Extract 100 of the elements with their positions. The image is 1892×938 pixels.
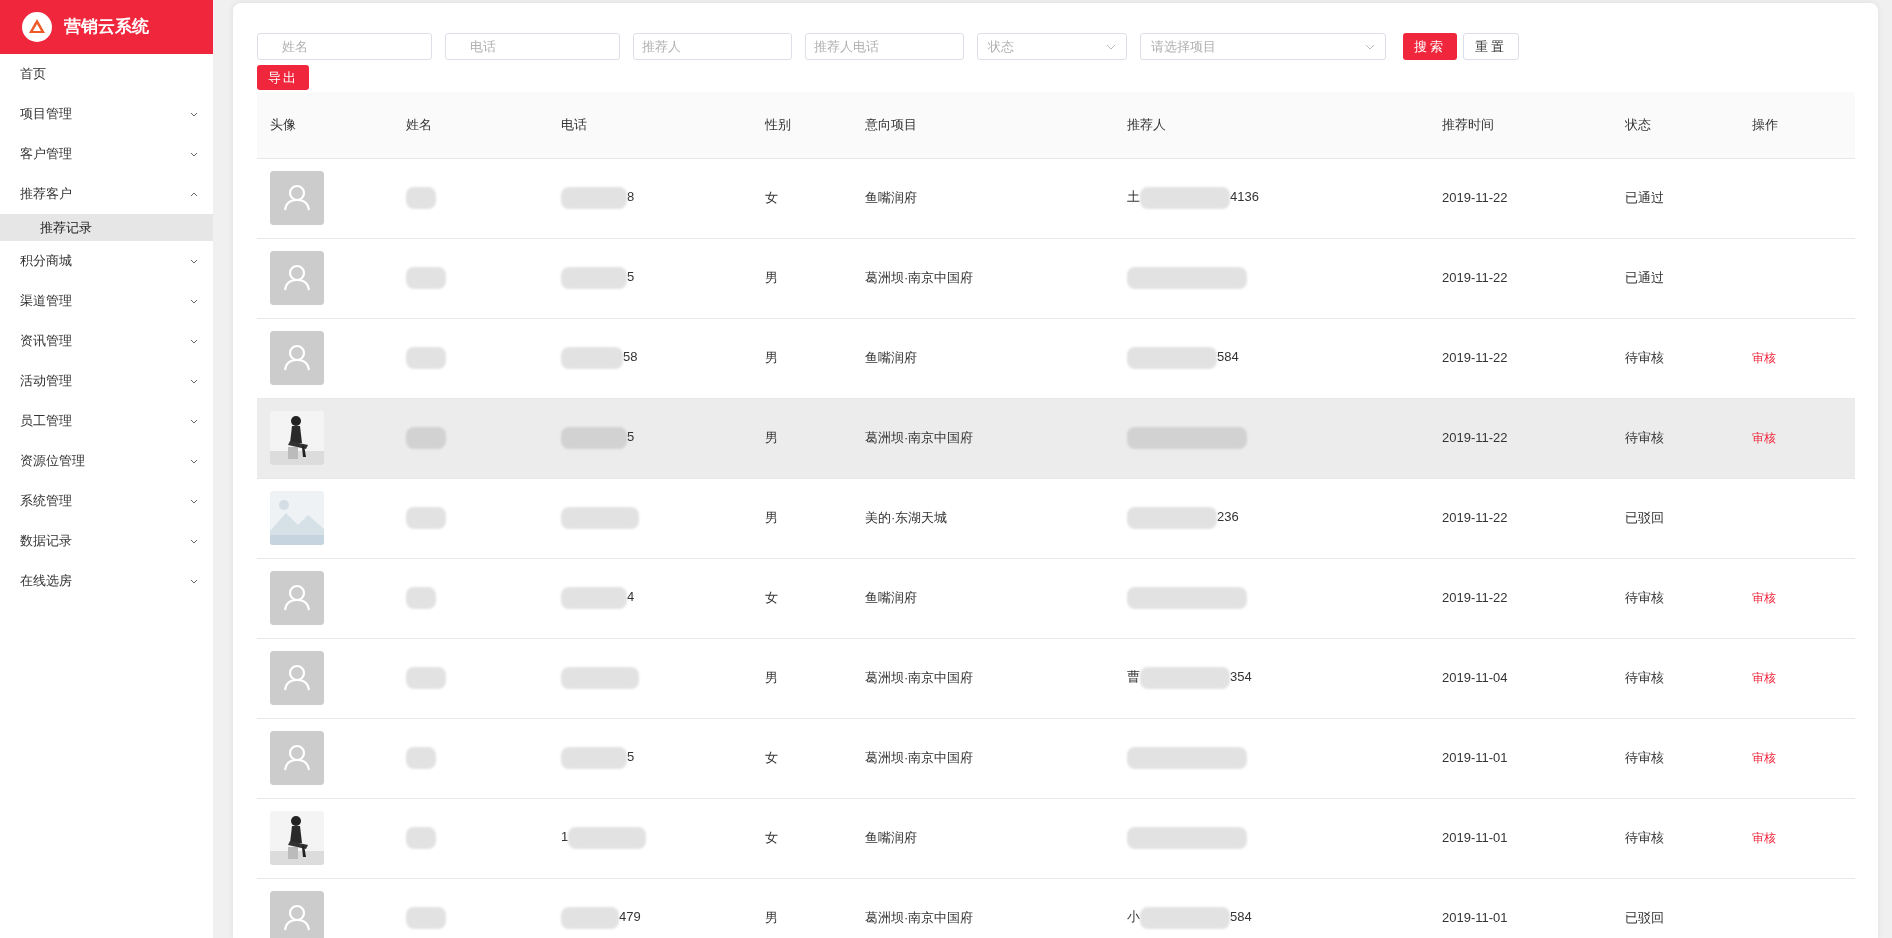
table-cell: 葛洲坝·南京中国府 xyxy=(865,750,974,766)
blurred-patch xyxy=(406,267,446,289)
menu-item[interactable]: 活动管理 xyxy=(0,361,213,401)
status-text: 已通过 xyxy=(1625,270,1664,286)
logo-icon xyxy=(22,12,52,42)
app-title: 营销云系统 xyxy=(64,16,149,39)
reset-button[interactable]: 重置 xyxy=(1463,33,1519,60)
status-text: 已通过 xyxy=(1625,190,1664,206)
input-field[interactable]: 姓名 xyxy=(257,33,432,60)
table-cell: 2019-11-01 xyxy=(1442,830,1508,846)
input-field[interactable]: 推荐人 xyxy=(633,33,792,60)
blurred-patch xyxy=(406,347,446,369)
table-cell: 女 xyxy=(765,830,778,846)
blurred-patch xyxy=(561,347,623,369)
column-header: 意向项目 xyxy=(865,117,917,132)
menu-item[interactable]: 渠道管理 xyxy=(0,281,213,321)
table-cell: 男 xyxy=(765,510,778,526)
table-row[interactable]: 男 美的·东湖天城 236 2019-11-22 已驳回 xyxy=(257,478,1855,558)
table-cell: 2019-11-01 xyxy=(1442,910,1508,926)
menu-item[interactable]: 在线选房 xyxy=(0,561,213,601)
table-cell: 葛洲坝·南京中国府 xyxy=(865,670,974,686)
menu-item[interactable]: 首页 xyxy=(0,54,213,94)
column-header: 性别 xyxy=(765,117,791,132)
status-text: 待审核 xyxy=(1625,750,1664,766)
menu-item[interactable]: 推荐客户 xyxy=(0,174,213,214)
table-cell: 鱼嘴润府 xyxy=(865,590,917,606)
table-row[interactable]: 4 女 鱼嘴润府 2019-11-22 待审核 审核 xyxy=(257,558,1855,638)
menu-item[interactable]: 资讯管理 xyxy=(0,321,213,361)
table-cell: 鱼嘴润府 xyxy=(865,830,917,846)
avatar-placeholder-icon xyxy=(270,171,324,225)
referrer-fragment: 曹 xyxy=(1127,669,1140,685)
status-text: 已驳回 xyxy=(1625,910,1664,926)
submenu-item[interactable]: 推荐记录 xyxy=(0,214,213,241)
column-header: 推荐人 xyxy=(1127,117,1166,132)
menu-item[interactable]: 客户管理 xyxy=(0,134,213,174)
table-cell: 葛洲坝·南京中国府 xyxy=(865,430,974,446)
avatar-placeholder-icon xyxy=(270,891,324,938)
table-cell: 2019-11-01 xyxy=(1442,750,1508,766)
input-field[interactable]: 电话 xyxy=(445,33,620,60)
table-row[interactable]: 8 女 鱼嘴润府 土 4136 2019-11-22 已通过 xyxy=(257,158,1855,238)
review-link[interactable]: 审核 xyxy=(1752,591,1776,606)
table-row[interactable]: 58 男 鱼嘴润府 584 2019-11-22 待审核 审核 xyxy=(257,318,1855,398)
referrer-fragment: 4136 xyxy=(1230,189,1259,205)
menu-item[interactable]: 项目管理 xyxy=(0,94,213,134)
column-header: 姓名 xyxy=(406,117,432,132)
input-field[interactable]: 推荐人电话 xyxy=(805,33,964,60)
phone-fragment: 4 xyxy=(627,589,635,605)
table-cell: 美的·东湖天城 xyxy=(865,510,948,526)
referrer-fragment: 584 xyxy=(1217,349,1239,365)
blurred-patch xyxy=(406,747,436,769)
review-link[interactable]: 审核 xyxy=(1752,671,1776,686)
table-cell: 2019-11-22 xyxy=(1442,510,1508,526)
search-button[interactable]: 搜索 xyxy=(1403,33,1457,60)
blurred-patch xyxy=(406,827,436,849)
avatar-placeholder-icon xyxy=(270,651,324,705)
blurred-patch xyxy=(561,267,627,289)
table-cell: 2019-11-22 xyxy=(1442,190,1508,206)
referrer-fragment: 土 xyxy=(1127,189,1140,205)
menu-item[interactable]: 系统管理 xyxy=(0,481,213,521)
review-link[interactable]: 审核 xyxy=(1752,751,1776,766)
blurred-patch xyxy=(406,907,446,929)
column-header: 状态 xyxy=(1625,117,1651,132)
table-cell: 男 xyxy=(765,270,778,286)
review-link[interactable]: 审核 xyxy=(1752,431,1776,446)
menu-item[interactable]: 员工管理 xyxy=(0,401,213,441)
table-row[interactable]: 479 男 葛洲坝·南京中国府 小 584 2019-11-01 已驳回 xyxy=(257,878,1855,938)
table-row[interactable]: 5 男 葛洲坝·南京中国府 2019-11-22 待审核 审核 xyxy=(257,398,1855,478)
table-cell: 2019-11-22 xyxy=(1442,430,1508,446)
table-cell: 男 xyxy=(765,350,778,366)
column-header: 推荐时间 xyxy=(1442,117,1494,132)
table-cell: 2019-11-22 xyxy=(1442,270,1508,286)
avatar-placeholder-icon xyxy=(270,331,324,385)
export-button[interactable]: 导出 xyxy=(257,65,309,90)
status-text: 待审核 xyxy=(1625,670,1664,686)
table-cell: 女 xyxy=(765,590,778,606)
caret-icon xyxy=(1365,43,1375,50)
table-row[interactable]: 5 男 葛洲坝·南京中国府 2019-11-22 已通过 xyxy=(257,238,1855,318)
review-link[interactable]: 审核 xyxy=(1752,351,1776,366)
table-row[interactable]: 5 女 葛洲坝·南京中国府 2019-11-01 待审核 审核 xyxy=(257,718,1855,798)
table-cell: 2019-11-22 xyxy=(1442,590,1508,606)
blurred-patch xyxy=(406,187,436,209)
referrer-fragment: 584 xyxy=(1230,909,1252,925)
referrer-fragment: 354 xyxy=(1230,669,1252,685)
referrer-fragment: 小 xyxy=(1127,909,1140,925)
table-row[interactable]: 男 葛洲坝·南京中国府 曹 354 2019-11-04 待审核 审核 xyxy=(257,638,1855,718)
menu-item[interactable]: 积分商城 xyxy=(0,241,213,281)
blurred-patch xyxy=(561,427,627,449)
table-cell: 2019-11-22 xyxy=(1442,350,1508,366)
table-row[interactable]: 1 女 鱼嘴润府 2019-11-01 待审核 审核 xyxy=(257,798,1855,878)
blurred-patch xyxy=(406,667,446,689)
phone-fragment: 479 xyxy=(619,909,641,925)
table-cell: 男 xyxy=(765,670,778,686)
menu-item[interactable]: 资源位管理 xyxy=(0,441,213,481)
phone-fragment: 58 xyxy=(623,349,638,365)
caret-icon xyxy=(1106,43,1116,50)
menu-item[interactable]: 数据记录 xyxy=(0,521,213,561)
review-link[interactable]: 审核 xyxy=(1752,831,1776,846)
blurred-patch xyxy=(561,747,627,769)
table-cell: 男 xyxy=(765,430,778,446)
status-text: 待审核 xyxy=(1625,830,1664,846)
